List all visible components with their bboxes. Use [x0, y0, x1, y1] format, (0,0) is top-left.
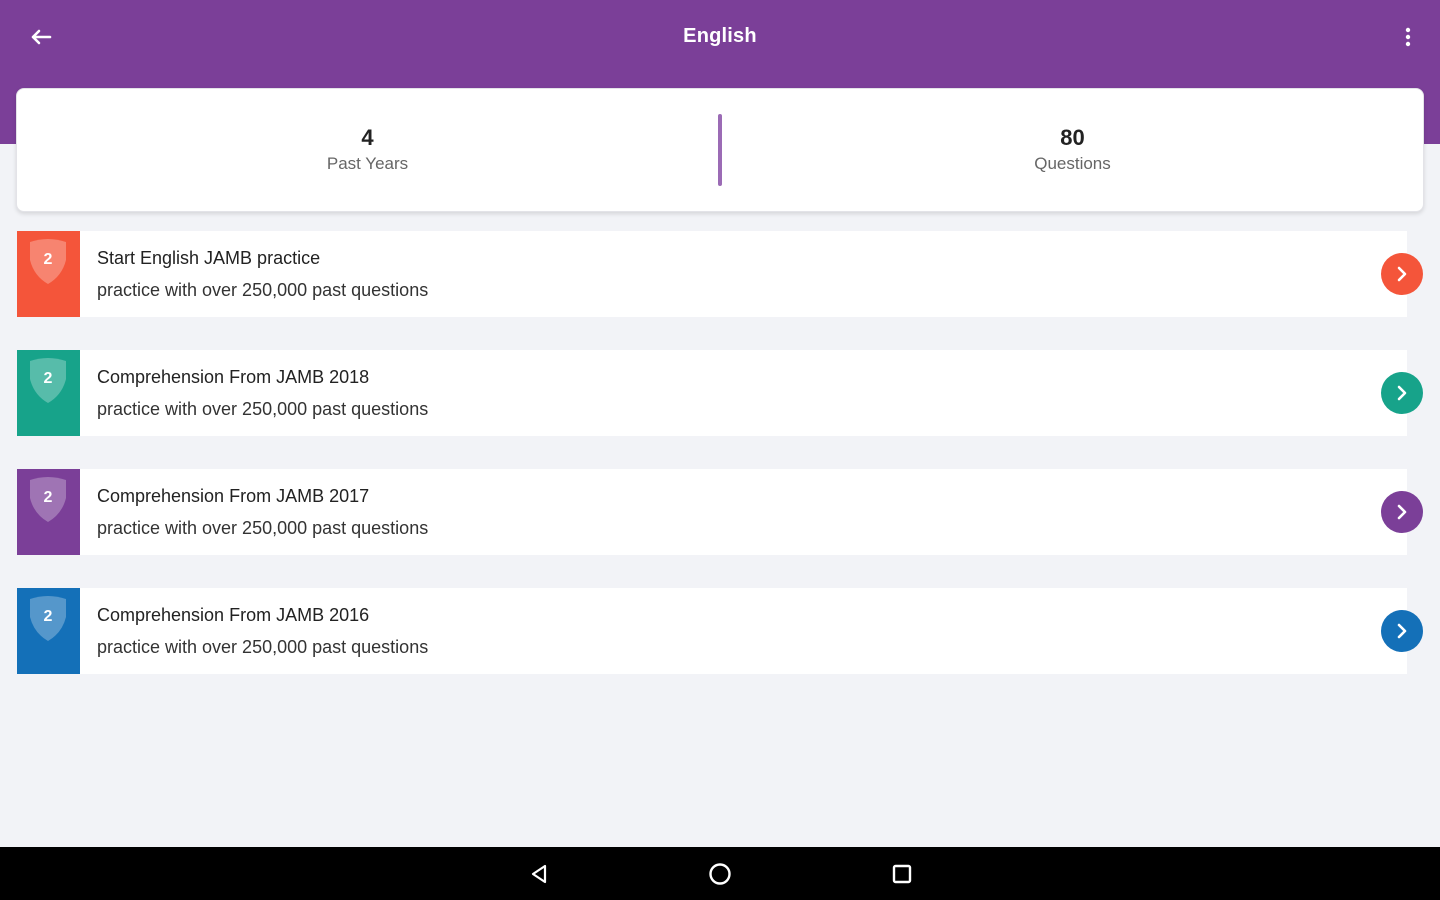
page-title: English	[683, 24, 757, 47]
badge-number: 2	[43, 489, 53, 506]
stat-value: 80	[1060, 125, 1085, 150]
stat-past-years: 4 Past Years	[17, 124, 718, 176]
open-item-button[interactable]	[1381, 253, 1423, 295]
badge-number: 2	[43, 608, 53, 625]
nav-back-button[interactable]	[524, 859, 554, 889]
open-item-button[interactable]	[1381, 610, 1423, 652]
nav-recents-button[interactable]	[887, 859, 917, 889]
chevron-right-icon	[1397, 623, 1407, 639]
practice-list: 2 Start English JAMB practice practice w…	[17, 231, 1423, 707]
top-app-bar: English	[0, 0, 1440, 72]
more-vert-icon	[1405, 27, 1411, 47]
system-navigation-bar	[0, 847, 1440, 900]
triangle-back-icon	[531, 864, 547, 884]
list-item[interactable]: 2 Comprehension From JAMB 2017 practice …	[17, 469, 1423, 555]
item-title: Comprehension From JAMB 2016	[97, 605, 370, 625]
stat-label: Past Years	[326, 154, 409, 173]
overflow-menu-button[interactable]	[1394, 18, 1422, 56]
list-item[interactable]: 2 Comprehension From JAMB 2016 practice …	[17, 588, 1423, 674]
item-text: Comprehension From JAMB 2018 practice wi…	[80, 361, 1407, 425]
item-badge: 2	[17, 231, 80, 317]
open-item-button[interactable]	[1381, 372, 1423, 414]
square-recents-icon	[892, 864, 912, 884]
chevron-right-icon	[1397, 504, 1407, 520]
stat-label: Questions	[1034, 154, 1111, 173]
stats-card: 4 Past Years 80 Questions	[16, 88, 1424, 212]
back-button[interactable]	[22, 18, 60, 56]
item-subtitle: practice with over 250,000 past question…	[97, 518, 429, 538]
item-title: Comprehension From JAMB 2018	[97, 367, 370, 387]
arrow-left-icon	[31, 29, 52, 45]
item-text: Start English JAMB practice practice wit…	[80, 242, 1407, 306]
item-badge: 2	[17, 350, 80, 436]
stat-questions: 80 Questions	[722, 124, 1423, 176]
item-badge: 2	[17, 588, 80, 674]
item-text: Comprehension From JAMB 2017 practice wi…	[80, 480, 1407, 544]
item-subtitle: practice with over 250,000 past question…	[97, 399, 429, 419]
list-item[interactable]: 2 Comprehension From JAMB 2018 practice …	[17, 350, 1423, 436]
item-subtitle: practice with over 250,000 past question…	[97, 637, 429, 657]
nav-home-button[interactable]	[705, 859, 735, 889]
open-item-button[interactable]	[1381, 491, 1423, 533]
item-text: Comprehension From JAMB 2016 practice wi…	[80, 599, 1407, 663]
circle-home-icon	[709, 863, 731, 885]
chevron-right-icon	[1397, 385, 1407, 401]
list-item[interactable]: 2 Start English JAMB practice practice w…	[17, 231, 1423, 317]
stat-value: 4	[361, 125, 374, 150]
item-title: Start English JAMB practice	[97, 248, 321, 268]
badge-number: 2	[43, 251, 53, 268]
item-subtitle: practice with over 250,000 past question…	[97, 280, 429, 300]
item-badge: 2	[17, 469, 80, 555]
badge-number: 2	[43, 370, 53, 387]
app-root: English 4 Past Years 80 Questions 2 Star…	[0, 0, 1440, 900]
chevron-right-icon	[1397, 266, 1407, 282]
item-title: Comprehension From JAMB 2017	[97, 486, 370, 506]
